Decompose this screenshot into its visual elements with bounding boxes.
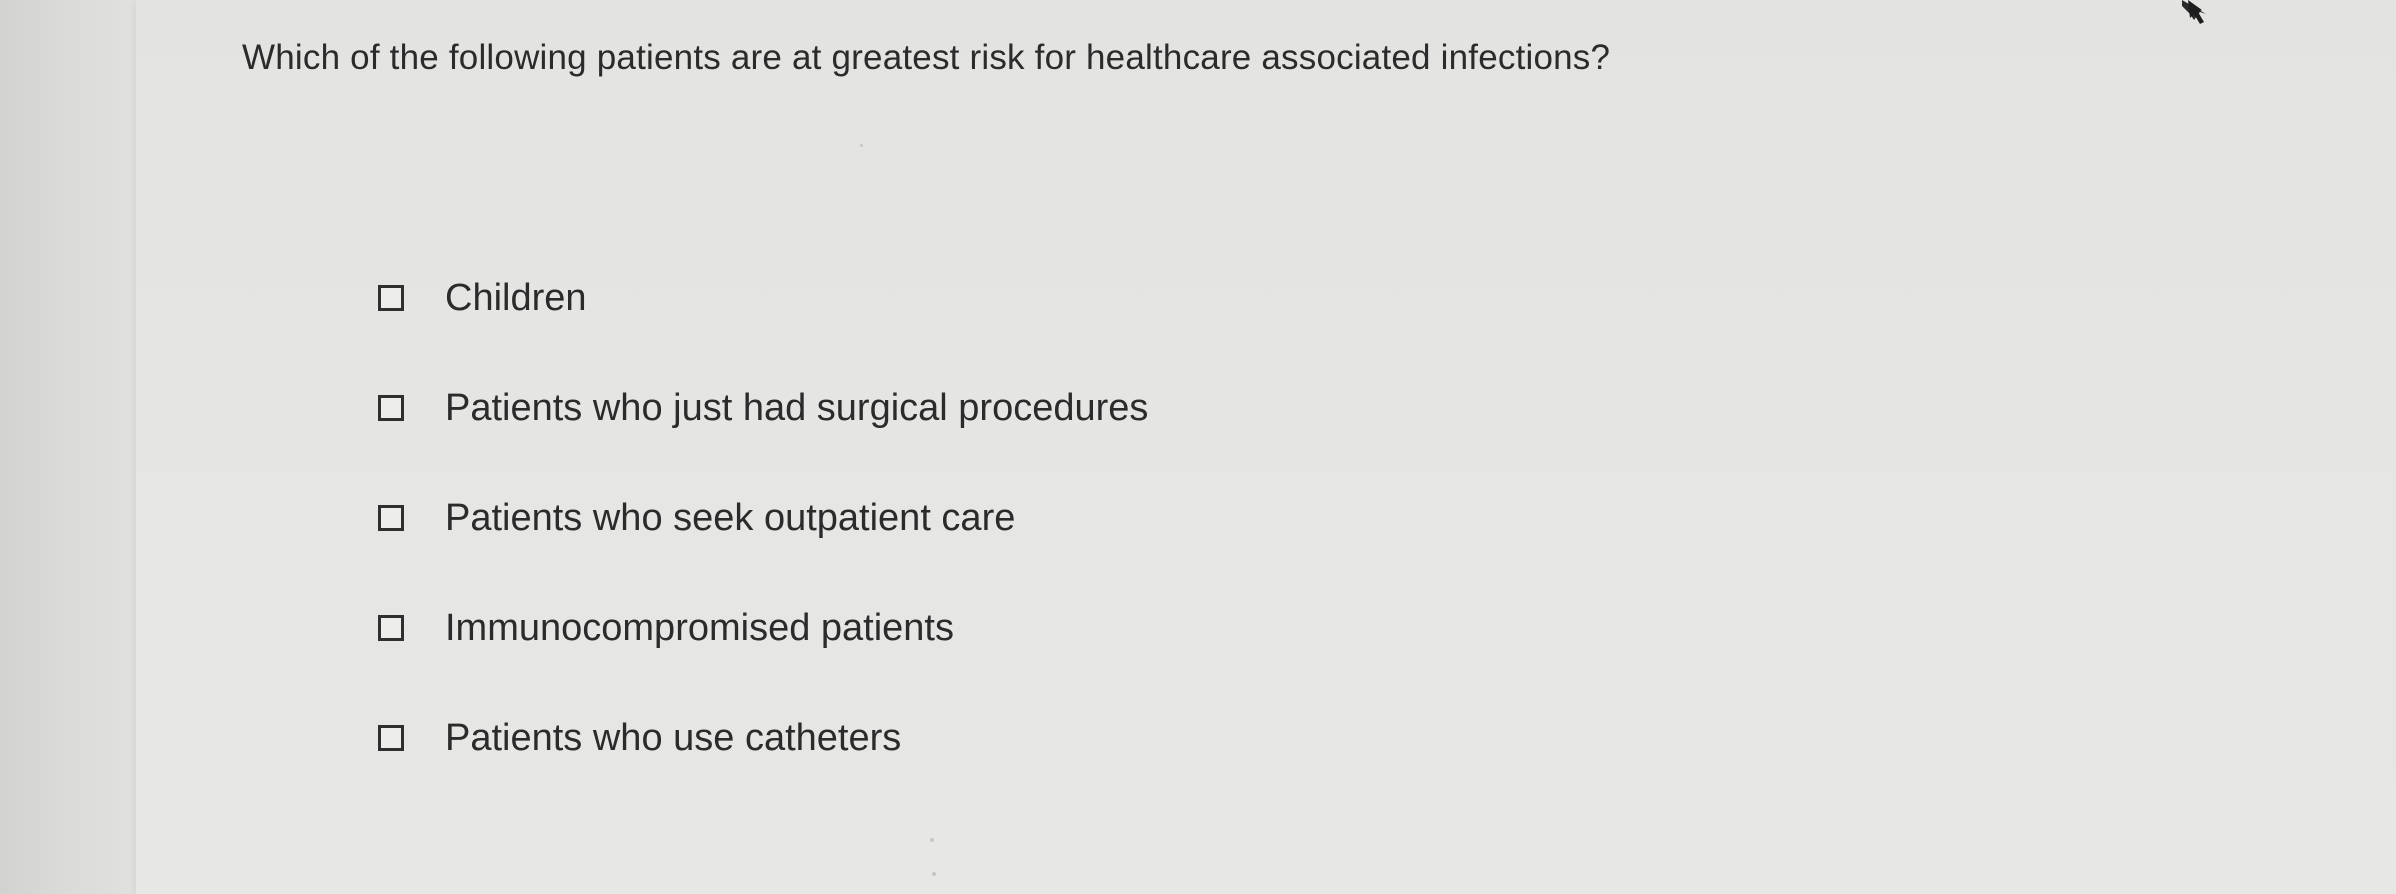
answer-options-list: Children Patients who just had surgical …	[378, 270, 1148, 820]
answer-option-label: Patients who seek outpatient care	[445, 496, 1016, 539]
screen-speck	[860, 144, 863, 147]
screen-speck	[932, 872, 936, 876]
answer-option-label: Patients who just had surgical procedure…	[445, 386, 1149, 429]
answer-option[interactable]: Patients who just had surgical procedure…	[378, 380, 1148, 436]
answer-option[interactable]: Patients who seek outpatient care	[378, 490, 1148, 546]
question-text: Which of the following patients are at g…	[242, 38, 1611, 77]
answer-option-label: Immunocompromised patients	[445, 606, 954, 649]
answer-option-label: Children	[445, 276, 587, 319]
answer-option[interactable]: Patients who use catheters	[378, 710, 1148, 766]
checkbox-unchecked-icon[interactable]	[378, 285, 404, 311]
checkbox-unchecked-icon[interactable]	[378, 615, 404, 641]
mouse-pointer-icon	[2182, 0, 2206, 24]
screen-speck	[930, 838, 934, 842]
answer-option[interactable]: Children	[378, 270, 1148, 326]
screen-background: Which of the following patients are at g…	[0, 0, 2396, 894]
checkbox-unchecked-icon[interactable]	[378, 395, 404, 421]
checkbox-unchecked-icon[interactable]	[378, 505, 404, 531]
checkbox-unchecked-icon[interactable]	[378, 725, 404, 751]
answer-option[interactable]: Immunocompromised patients	[378, 600, 1148, 656]
answer-option-label: Patients who use catheters	[445, 716, 902, 759]
